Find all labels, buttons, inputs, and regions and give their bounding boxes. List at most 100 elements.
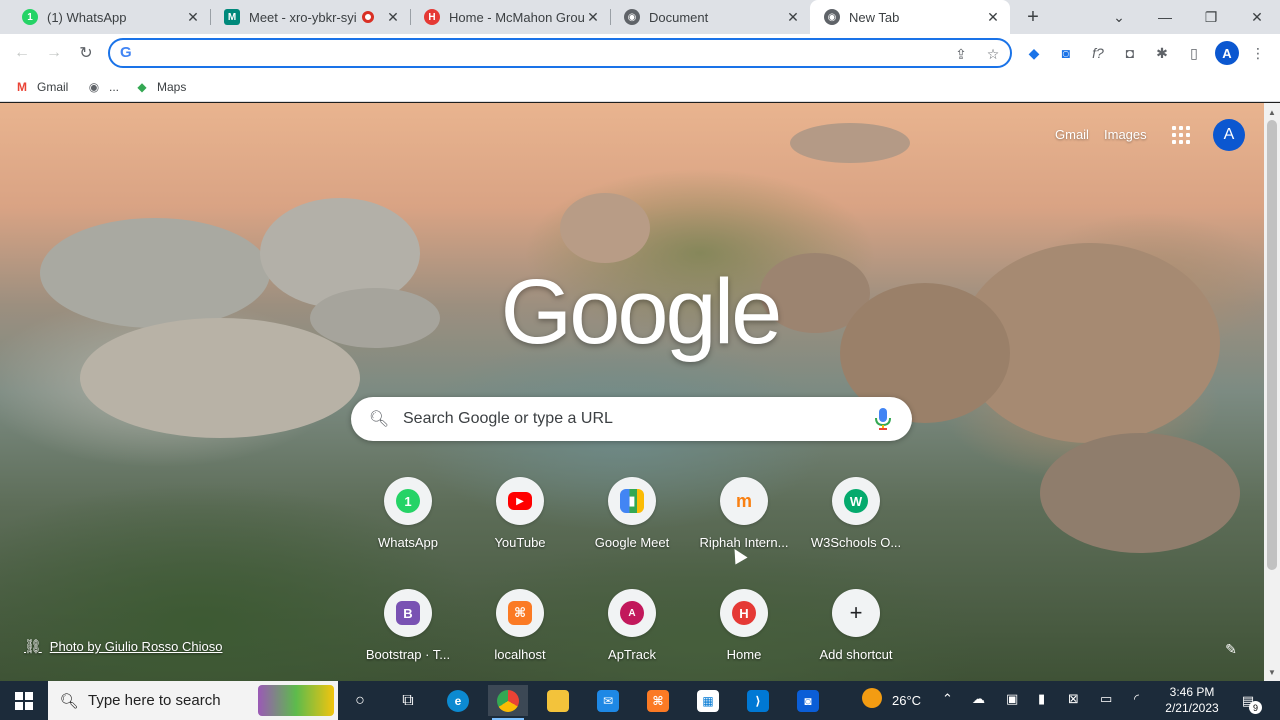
profile-avatar[interactable]: A: [1215, 41, 1239, 65]
mcmahon-icon: H: [424, 9, 440, 25]
background-rock: [790, 123, 910, 163]
search-icon: 🔍︎: [368, 411, 390, 428]
side-panel-icon[interactable]: ▯: [1184, 43, 1204, 63]
taskbar-store[interactable]: ▦: [688, 685, 728, 716]
share-icon[interactable]: ⇪: [952, 45, 970, 63]
weather-temperature[interactable]: 26°C: [892, 693, 921, 708]
more-menu-icon[interactable]: ⋮: [1248, 43, 1268, 63]
search-icon: 🔍︎: [59, 692, 79, 710]
weather-icon: [862, 688, 882, 708]
recorder-icon: ◙: [797, 689, 819, 712]
search-box[interactable]: 🔍︎ Search Google or type a URL: [351, 397, 912, 441]
forward-button[interactable]: →: [42, 41, 66, 65]
tab-document[interactable]: ◉ Document ✕: [610, 0, 810, 34]
aptrack-icon: A: [620, 601, 644, 625]
shortcut-youtube[interactable]: ▶ YouTube: [464, 473, 576, 585]
tab-mcmahon[interactable]: H Home - McMahon Group ✕: [410, 0, 610, 34]
scroll-down-icon[interactable]: ▼: [1266, 666, 1278, 678]
tab-search-button[interactable]: ⌄: [1096, 0, 1142, 34]
taskbar-chrome[interactable]: [488, 685, 528, 720]
taskbar-vscode[interactable]: ⟩: [738, 685, 778, 716]
bookmark-gmail[interactable]: M Gmail: [14, 77, 68, 97]
tab-new-tab[interactable]: ◉ New Tab ✕: [810, 0, 1010, 34]
taskbar-screen-recorder[interactable]: ◙: [788, 685, 828, 716]
new-tab-button[interactable]: +: [1022, 6, 1044, 28]
shortcut-icon-circle: B: [384, 589, 432, 637]
start-button[interactable]: [0, 681, 48, 720]
customize-pencil-icon[interactable]: ✎: [1222, 640, 1240, 658]
images-link[interactable]: Images: [1104, 127, 1147, 142]
scroll-up-icon[interactable]: ▲: [1266, 106, 1278, 118]
battery-icon[interactable]: ▭: [1100, 691, 1112, 707]
link-icon: ⛓: [24, 638, 42, 654]
system-clock[interactable]: 3:46 PM 2/21/2023: [1160, 684, 1224, 716]
wifi-icon[interactable]: ◜: [1134, 691, 1139, 707]
microphone-icon[interactable]: ▮: [1038, 691, 1045, 707]
shortcut-riphah[interactable]: m Riphah Intern...: [688, 473, 800, 585]
cortana-icon[interactable]: ○: [340, 685, 380, 716]
w3schools-icon: W: [844, 489, 868, 513]
bootstrap-icon: B: [396, 601, 420, 625]
bookmark-maps[interactable]: ◆ Maps: [134, 77, 186, 97]
mcmahon-icon: H: [732, 601, 756, 625]
notification-count: 9: [1249, 701, 1262, 714]
close-icon[interactable]: ✕: [584, 8, 602, 26]
xampp-icon: ⌘: [508, 601, 532, 625]
tab-whatsapp[interactable]: 1 (1) WhatsApp ✕: [8, 0, 210, 34]
background-rock: [560, 193, 650, 263]
gmail-link[interactable]: Gmail: [1055, 127, 1089, 142]
background-rock: [1040, 433, 1240, 553]
shortcut-label: Bootstrap · T...: [365, 647, 451, 662]
google-apps-icon[interactable]: [1172, 126, 1190, 144]
shortcut-google-meet[interactable]: ▮ Google Meet: [576, 473, 688, 585]
microphone-icon[interactable]: [873, 407, 893, 431]
shortcut-icon-circle: W: [832, 477, 880, 525]
background-rock: [80, 318, 360, 438]
taskbar-xampp[interactable]: ⌘: [638, 685, 678, 716]
shortcut-whatsapp[interactable]: 1 WhatsApp: [352, 473, 464, 585]
taskbar-search[interactable]: 🔍︎ Type here to search: [48, 681, 338, 720]
whatsapp-icon: 1: [22, 9, 38, 25]
reload-button[interactable]: ↻: [74, 41, 98, 65]
scrollbar-thumb[interactable]: [1267, 120, 1277, 570]
minimize-button[interactable]: —: [1142, 0, 1188, 34]
shortcut-w3schools[interactable]: W W3Schools O...: [800, 473, 912, 585]
address-bar[interactable]: G ⇪ ☆: [108, 38, 1012, 68]
screen-capture-icon[interactable]: ⊠: [1068, 691, 1079, 707]
tab-title: New Tab: [849, 9, 900, 25]
windows-logo-icon: [15, 691, 33, 710]
account-avatar[interactable]: A: [1213, 119, 1245, 151]
taskbar-mail[interactable]: ✉: [588, 685, 628, 716]
google-g-icon: G: [120, 44, 132, 61]
taskbar-file-explorer[interactable]: [538, 685, 578, 716]
window-close-button[interactable]: ✕: [1234, 0, 1280, 34]
taskbar-search-placeholder: Type here to search: [88, 692, 221, 709]
show-hidden-icons-icon[interactable]: ⌃: [942, 691, 953, 707]
shortcut-label: Google Meet: [594, 535, 670, 550]
close-icon[interactable]: ✕: [984, 8, 1002, 26]
formula-extension-icon[interactable]: f?: [1088, 43, 1108, 63]
meet-icon: M: [224, 9, 240, 25]
photo-credit-link[interactable]: ⛓ Photo by Giulio Rosso Chioso: [24, 638, 222, 655]
tab-title: Meet - xro-ybkr-syi: [249, 9, 357, 25]
tab-meet[interactable]: M Meet - xro-ybkr-syi ✕: [210, 0, 410, 34]
search-highlight-image: [258, 685, 334, 716]
task-view-icon[interactable]: ⧉: [388, 685, 428, 716]
close-icon[interactable]: ✕: [184, 8, 202, 26]
notification-center-icon[interactable]: ▤ 9: [1236, 690, 1262, 714]
extension-tag-icon[interactable]: ◆: [1024, 43, 1044, 63]
screen-recorder-icon[interactable]: ◙: [1056, 43, 1076, 63]
background-rock: [310, 288, 440, 348]
bookmark-untitled[interactable]: ◉ ...: [86, 77, 119, 97]
meet-now-icon[interactable]: ▣: [1006, 691, 1018, 707]
camera-icon[interactable]: ◘: [1120, 43, 1140, 63]
onedrive-icon[interactable]: ☁: [972, 691, 985, 707]
extensions-puzzle-icon[interactable]: ✱: [1152, 43, 1172, 63]
back-button[interactable]: ←: [10, 41, 34, 65]
bookmark-star-icon[interactable]: ☆: [984, 45, 1002, 63]
close-icon[interactable]: ✕: [384, 8, 402, 26]
close-icon[interactable]: ✕: [784, 8, 802, 26]
restore-button[interactable]: ❐: [1188, 0, 1234, 34]
shortcut-label: Riphah Intern...: [699, 535, 789, 550]
taskbar-edge[interactable]: e: [438, 685, 478, 716]
